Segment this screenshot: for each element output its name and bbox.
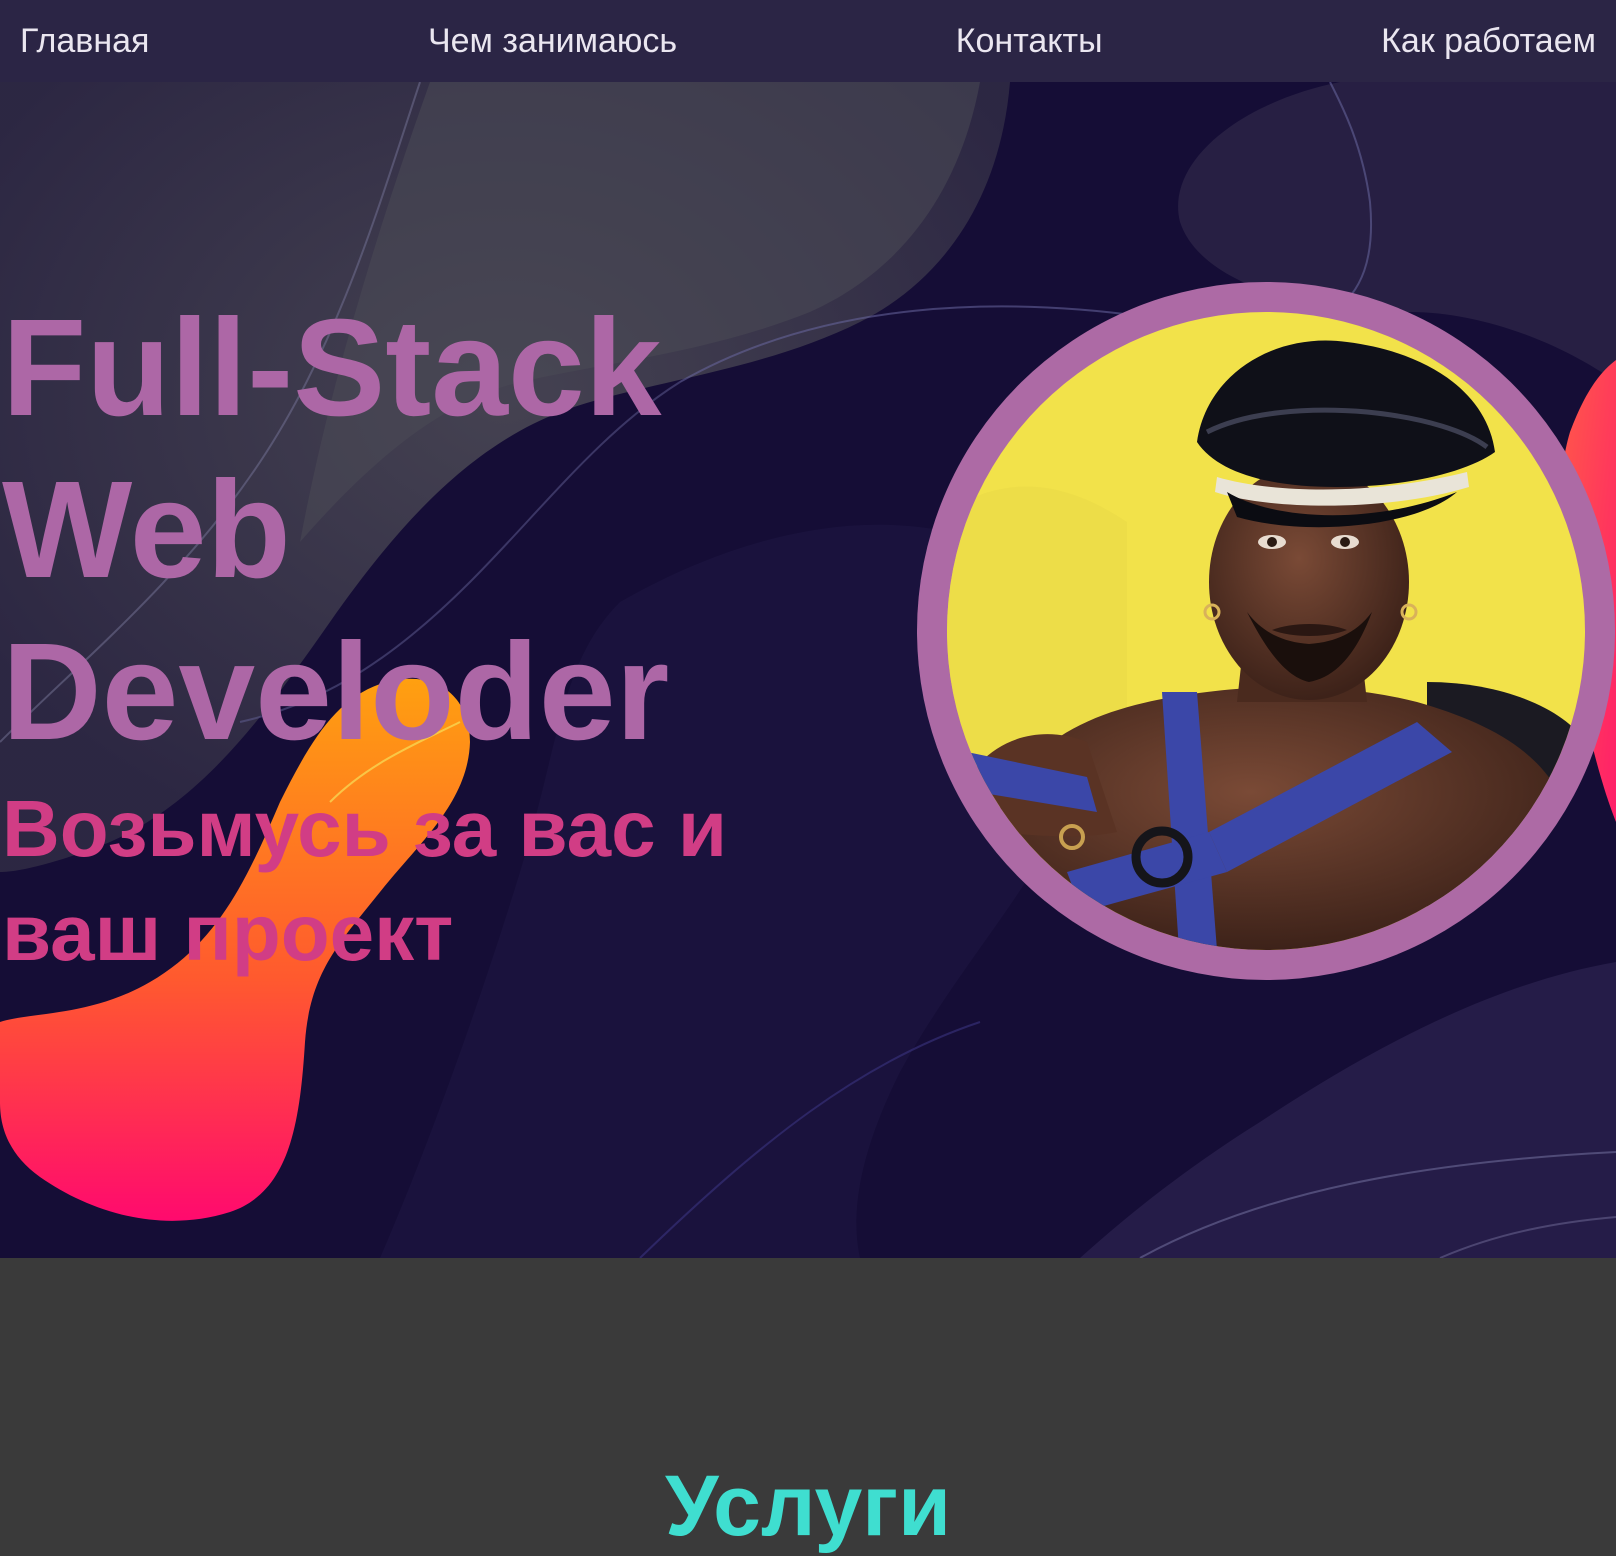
person-portrait-icon <box>947 312 1585 950</box>
portrait-frame <box>917 282 1615 980</box>
top-navigation: Главная Чем занимаюсь Контакты Как работ… <box>0 0 1616 82</box>
hero-subline: Возьмусь за вас и ваш проект <box>2 784 727 977</box>
hero-section: Full-Stack Web Develoder Возьмусь за вас… <box>0 82 1616 1258</box>
nav-link-how-we-work[interactable]: Как работаем <box>1381 22 1596 61</box>
nav-link-what-i-do[interactable]: Чем занимаюсь <box>428 22 677 61</box>
services-section: Услуги <box>0 1258 1616 1554</box>
nav-link-contacts[interactable]: Контакты <box>956 22 1103 61</box>
nav-link-home[interactable]: Главная <box>20 22 149 61</box>
services-title: Услуги <box>665 1458 951 1554</box>
hero-headline: Full-Stack Web Develoder <box>2 291 670 769</box>
